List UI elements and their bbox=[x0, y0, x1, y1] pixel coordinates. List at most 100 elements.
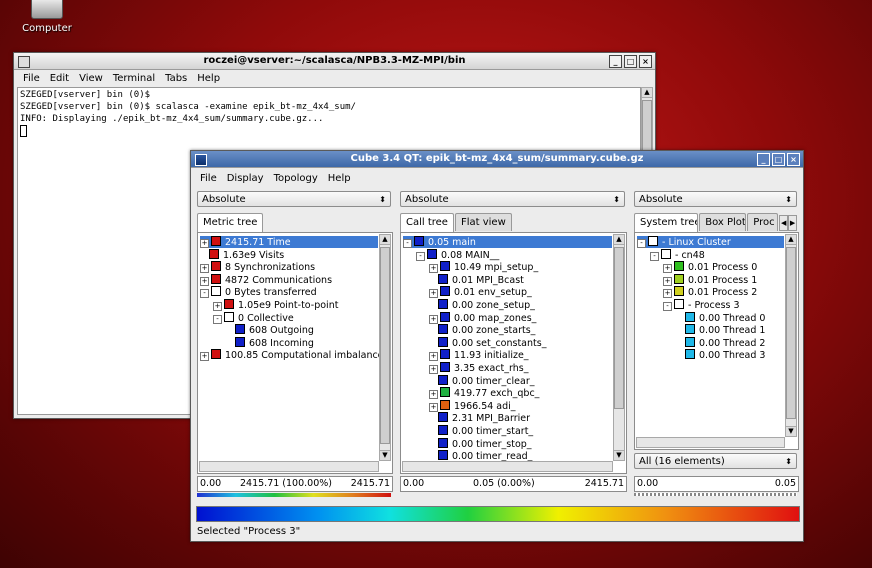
expand-icon[interactable]: + bbox=[429, 264, 438, 274]
expand-icon[interactable]: + bbox=[429, 352, 438, 362]
tab-call-tree[interactable]: Call tree bbox=[400, 213, 454, 232]
tree-horizontal-scrollbar[interactable] bbox=[402, 461, 613, 472]
scroll-up-icon[interactable]: ▲ bbox=[786, 235, 796, 245]
expand-icon[interactable]: + bbox=[429, 390, 438, 400]
tab-box-plot[interactable]: Box Plot bbox=[699, 213, 747, 231]
tree-row[interactable]: +0.01 Process 2 bbox=[663, 286, 784, 299]
menu-display[interactable]: Display bbox=[227, 173, 264, 184]
expand-icon[interactable]: + bbox=[429, 365, 438, 374]
scroll-up-icon[interactable]: ▲ bbox=[642, 88, 652, 98]
menu-edit[interactable]: Edit bbox=[50, 73, 69, 84]
menu-topology[interactable]: Topology bbox=[274, 173, 318, 184]
expand-icon[interactable]: + bbox=[429, 402, 438, 412]
tree-row[interactable]: +419.77 exch_qbc_ bbox=[429, 387, 612, 400]
minimize-button[interactable]: _ bbox=[609, 55, 622, 68]
expand-icon[interactable]: + bbox=[213, 302, 222, 311]
tree-row[interactable]: 2.31 MPI_Barrier bbox=[429, 412, 612, 424]
tree-horizontal-scrollbar[interactable] bbox=[199, 461, 379, 472]
tree-vertical-scrollbar[interactable]: ▲ ▼ bbox=[785, 234, 797, 437]
tree-row[interactable]: +0.01 Process 1 bbox=[663, 273, 784, 286]
menu-help[interactable]: Help bbox=[197, 73, 220, 84]
metric-tree-panel[interactable]: +2415.71 Time 1.63e9 Visits +8 Synchroniza… bbox=[197, 232, 393, 474]
call-mode-select[interactable]: Absolute ⬍ bbox=[400, 191, 625, 207]
tree-row[interactable]: 0.00 Thread 3 bbox=[676, 349, 784, 361]
tree-row[interactable]: 0.00 timer_clear_ bbox=[429, 374, 612, 387]
scroll-up-icon[interactable]: ▲ bbox=[380, 235, 390, 245]
tree-row[interactable]: - - Process 3 bbox=[663, 299, 784, 311]
expand-icon[interactable]: + bbox=[429, 289, 438, 299]
tree-row[interactable]: 0.00 timer_stop_ bbox=[429, 437, 612, 450]
collapse-icon[interactable]: - bbox=[200, 289, 209, 299]
tree-row[interactable]: +4872 Communications bbox=[200, 273, 378, 286]
tree-row[interactable]: 0.01 MPI_Bcast bbox=[429, 273, 612, 286]
tree-row[interactable]: 1.63e9 Visits bbox=[200, 248, 378, 261]
expand-icon[interactable]: + bbox=[429, 314, 438, 324]
menu-help[interactable]: Help bbox=[328, 173, 351, 184]
collapse-icon[interactable]: - bbox=[663, 302, 672, 311]
scroll-up-icon[interactable]: ▲ bbox=[614, 235, 624, 245]
expand-icon[interactable]: + bbox=[200, 352, 209, 362]
tab-metric-tree[interactable]: Metric tree bbox=[197, 213, 264, 232]
tree-row[interactable]: - - cn48 bbox=[650, 248, 784, 261]
tree-row[interactable]: 0.00 Thread 0 bbox=[676, 311, 784, 324]
system-tree-panel[interactable]: -- Linux Cluster - - cn48 +0.01 Process 0 +0… bbox=[634, 232, 799, 450]
tree-row[interactable]: 0.00 set_constants_ bbox=[429, 336, 612, 349]
collapse-icon[interactable]: - bbox=[650, 251, 659, 261]
expand-icon[interactable]: + bbox=[200, 239, 209, 248]
maximize-button[interactable]: □ bbox=[624, 55, 637, 68]
desktop-computer-icon[interactable]: Computer bbox=[16, 0, 78, 34]
tree-row[interactable]: - 0 Collective bbox=[213, 311, 378, 324]
tree-row[interactable]: - 0.05 main bbox=[403, 236, 612, 248]
terminal-titlebar[interactable]: roczei@vserver:~/scalasca/NPB3.3-MZ-MPI/… bbox=[14, 53, 655, 70]
menu-view[interactable]: View bbox=[79, 73, 103, 84]
expand-icon[interactable]: + bbox=[663, 276, 672, 286]
tree-horizontal-scrollbar[interactable] bbox=[636, 437, 785, 448]
tree-row[interactable]: +0.01 env_setup_ bbox=[429, 286, 612, 299]
tree-row[interactable]: +0.01 Process 0 bbox=[663, 261, 784, 274]
tree-row[interactable]: +100.85 Computational imbalance bbox=[200, 349, 384, 362]
menu-terminal[interactable]: Terminal bbox=[113, 73, 155, 84]
collapse-icon[interactable]: - bbox=[637, 239, 646, 248]
tree-row[interactable]: 608 Outgoing bbox=[226, 324, 378, 336]
system-mode-select[interactable]: Absolute ⬍ bbox=[634, 191, 797, 207]
tree-row[interactable]: +1.05e9 Point-to-point bbox=[213, 299, 378, 311]
collapse-icon[interactable]: - bbox=[213, 314, 222, 324]
call-tree-panel[interactable]: -0.05 main -0.08 MAIN__ +10.49 mpi_setup_ 0… bbox=[400, 232, 627, 474]
tab-scroll-left-icon[interactable]: ◀ bbox=[779, 215, 789, 231]
tree-row[interactable]: +2415.71 Time bbox=[200, 236, 378, 248]
scroll-down-icon[interactable]: ▼ bbox=[614, 450, 624, 460]
scroll-down-icon[interactable]: ▼ bbox=[786, 426, 796, 436]
tree-row[interactable]: - 0.08 MAIN__ bbox=[416, 248, 612, 261]
scroll-thumb[interactable] bbox=[614, 247, 624, 409]
maximize-button[interactable]: □ bbox=[772, 153, 785, 166]
close-button[interactable]: × bbox=[639, 55, 652, 68]
collapse-icon[interactable]: - bbox=[403, 239, 412, 248]
collapse-icon[interactable]: - bbox=[416, 251, 425, 261]
tree-row[interactable]: +0.00 map_zones_ bbox=[429, 311, 612, 324]
expand-icon[interactable]: + bbox=[663, 264, 672, 274]
menu-file[interactable]: File bbox=[23, 73, 40, 84]
expand-icon[interactable]: + bbox=[200, 276, 209, 286]
close-button[interactable]: × bbox=[787, 153, 800, 166]
menu-file[interactable]: File bbox=[200, 173, 217, 184]
tab-scroll-right-icon[interactable]: ▶ bbox=[788, 215, 797, 231]
cube-titlebar[interactable]: Cube 3.4 QT: epik_bt-mz_4x4_sum/summary.… bbox=[191, 151, 803, 168]
tree-row[interactable]: +8 Synchronizations bbox=[200, 261, 378, 274]
scroll-thumb[interactable] bbox=[380, 247, 390, 444]
tree-row[interactable]: 608 Incoming bbox=[226, 336, 378, 349]
menu-tabs[interactable]: Tabs bbox=[165, 73, 187, 84]
tree-row[interactable]: 0.00 zone_starts_ bbox=[429, 324, 612, 336]
tree-row[interactable]: +10.49 mpi_setup_ bbox=[429, 261, 612, 274]
scroll-thumb[interactable] bbox=[786, 247, 796, 419]
tab-system-tree[interactable]: System tree bbox=[634, 213, 699, 232]
minimize-button[interactable]: _ bbox=[757, 153, 770, 166]
tree-row[interactable]: 0.00 Thread 1 bbox=[676, 324, 784, 336]
tree-row[interactable]: - - Linux Cluster bbox=[637, 236, 784, 248]
tree-row[interactable]: 0.00 Thread 2 bbox=[676, 336, 784, 349]
scroll-down-icon[interactable]: ▼ bbox=[380, 450, 390, 460]
tree-vertical-scrollbar[interactable]: ▲ ▼ bbox=[613, 234, 625, 461]
tree-row[interactable]: +3.35 exact_rhs_ bbox=[429, 362, 612, 374]
tree-vertical-scrollbar[interactable]: ▲ ▼ bbox=[379, 234, 391, 461]
tree-row[interactable]: 0.00 zone_setup_ bbox=[429, 299, 612, 311]
tree-row[interactable]: - 0 Bytes transferred bbox=[200, 286, 378, 299]
